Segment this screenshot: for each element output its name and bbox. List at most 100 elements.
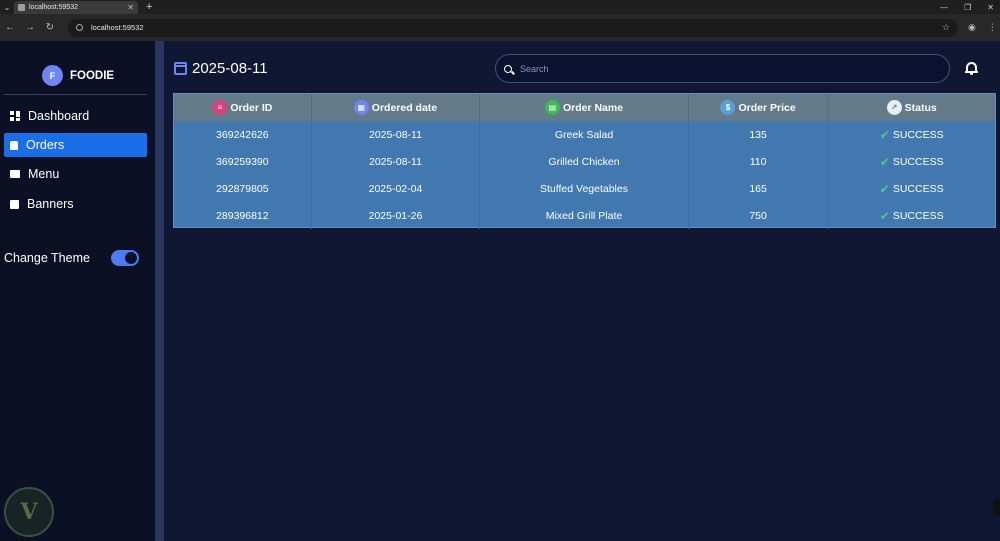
food-icon: ▤ [544, 100, 560, 115]
close-window-icon[interactable]: ✕ [987, 3, 994, 12]
watermark-shield-icon: V [20, 499, 38, 525]
menu-book-icon [10, 170, 20, 178]
cell-order-name: Stuffed Vegetables [480, 175, 689, 202]
brand[interactable]: F FOODIE [42, 65, 114, 86]
orders-table: ≡ Order ID ▦ Ordered date ▤ Order Name $… [173, 93, 996, 229]
browser-actions: ◉ ⋮ [968, 22, 997, 33]
check-icon: ✔ [879, 181, 890, 196]
cell-ordered-date: 2025-02-04 [312, 175, 481, 202]
cell-order-price: 750 [689, 202, 829, 229]
reload-icon[interactable]: ↻ [40, 22, 60, 33]
search-icon [504, 64, 512, 73]
bell-icon[interactable] [965, 61, 978, 75]
sidebar-item-orders[interactable]: Orders [4, 133, 147, 157]
cell-order-price: 110 [689, 148, 829, 175]
scroll-indicator[interactable] [993, 498, 1000, 516]
sidebar-item-label: Dashboard [28, 109, 90, 123]
cell-ordered-date: 2025-08-11 [312, 121, 481, 148]
cell-ordered-date: 2025-01-26 [312, 202, 481, 229]
header-date: 2025-08-11 [174, 60, 268, 77]
column-label: Ordered date [371, 101, 438, 114]
bag-icon [10, 140, 18, 150]
sidebar-item-label: Orders [26, 138, 65, 152]
check-icon: ✔ [879, 208, 890, 223]
address-bar-row: ← → ↻ localhost:59532 ☆ ◉ ⋮ [0, 14, 1000, 41]
check-icon: ✔ [879, 127, 890, 142]
table-row[interactable]: 369259390 2025-08-11 Grilled Chicken 110… [174, 148, 995, 175]
cell-order-id: 369259390 [174, 148, 312, 175]
tab-title: localhost:59532 [29, 4, 79, 11]
column-header-status[interactable]: ↗ Status [828, 94, 995, 121]
cell-status: ✔ SUCCESS [828, 121, 995, 148]
cell-order-name: Greek Salad [480, 121, 689, 148]
cell-order-id: 289396812 [174, 202, 312, 229]
status-badge: SUCCESS [892, 182, 944, 195]
column-label: Order Name [562, 101, 624, 114]
site-info-icon[interactable] [76, 24, 83, 31]
cell-order-name: Grilled Chicken [480, 148, 689, 175]
minimize-icon[interactable]: — [940, 3, 948, 12]
cell-order-id: 369242626 [174, 121, 312, 148]
cell-order-name: Mixed Grill Plate [480, 202, 689, 229]
search-bar[interactable] [495, 54, 950, 83]
column-label: Order ID [230, 101, 273, 114]
browser-tab[interactable]: localhost:59532 ✕ [14, 1, 138, 14]
url-text: localhost:59532 [91, 23, 144, 32]
cell-ordered-date: 2025-08-11 [312, 148, 481, 175]
forward-icon[interactable]: → [20, 22, 40, 33]
url-field[interactable]: localhost:59532 ☆ [68, 18, 958, 37]
column-header-ordered-date[interactable]: ▦ Ordered date [312, 94, 481, 121]
bookmark-star-icon[interactable]: ☆ [942, 22, 950, 33]
calendar-icon: ▦ [353, 100, 369, 115]
column-header-order-name[interactable]: ▤ Order Name [480, 94, 689, 121]
sidebar-item-label: Menu [28, 167, 60, 181]
sidebar-item-menu[interactable]: Menu [4, 162, 147, 186]
watermark-logo: V [4, 487, 54, 537]
favicon-icon [18, 4, 25, 11]
browser-tab-bar: ⌄ localhost:59532 ✕ + — ❐ ✕ [0, 0, 1000, 14]
theme-label: Change Theme [4, 251, 90, 265]
column-label: Status [904, 101, 937, 114]
trend-icon: ↗ [886, 100, 902, 115]
brand-logo: F [42, 65, 63, 86]
more-menu-icon[interactable]: ⋮ [988, 22, 997, 33]
back-icon[interactable]: ← [0, 22, 20, 33]
restore-icon[interactable]: ❐ [964, 3, 971, 12]
list-icon: ≡ [212, 100, 228, 115]
theme-row: Change Theme [4, 249, 139, 267]
new-tab-icon[interactable]: + [146, 1, 152, 13]
status-badge: SUCCESS [892, 155, 944, 168]
cell-order-price: 135 [689, 121, 829, 148]
status-badge: SUCCESS [892, 209, 944, 222]
theme-toggle[interactable] [111, 250, 139, 266]
search-input[interactable] [520, 63, 920, 74]
sidebar-item-label: Banners [27, 197, 74, 211]
profile-icon[interactable]: ◉ [968, 22, 976, 33]
sidebar: F FOODIE Dashboard Orders Menu Banners C… [0, 41, 155, 541]
image-icon [10, 199, 19, 209]
table-row[interactable]: 289396812 2025-01-26 Mixed Grill Plate 7… [174, 202, 995, 229]
column-header-order-price[interactable]: $ Order Price [689, 94, 829, 121]
close-tab-icon[interactable]: ✕ [127, 3, 134, 12]
dashboard-icon [10, 111, 20, 121]
sidebar-edge [155, 41, 164, 541]
status-badge: SUCCESS [892, 128, 944, 141]
dollar-icon: $ [720, 100, 736, 115]
toggle-knob [125, 252, 137, 264]
cell-status: ✔ SUCCESS [828, 175, 995, 202]
brand-name: FOODIE [70, 69, 115, 82]
cell-order-id: 292879805 [174, 175, 312, 202]
column-label: Order Price [738, 101, 796, 114]
sidebar-divider-line [4, 94, 147, 95]
sidebar-item-banners[interactable]: Banners [4, 192, 147, 216]
tab-search-icon[interactable]: ⌄ [0, 0, 14, 14]
cell-status: ✔ SUCCESS [828, 202, 995, 229]
calendar-icon [174, 62, 187, 75]
table-row[interactable]: 369242626 2025-08-11 Greek Salad 135 ✔ S… [174, 121, 995, 148]
table-row[interactable]: 292879805 2025-02-04 Stuffed Vegetables … [174, 175, 995, 202]
check-icon: ✔ [879, 154, 890, 169]
current-date: 2025-08-11 [192, 60, 268, 77]
cell-order-price: 165 [689, 175, 829, 202]
column-header-order-id[interactable]: ≡ Order ID [174, 94, 312, 121]
sidebar-item-dashboard[interactable]: Dashboard [4, 104, 147, 128]
